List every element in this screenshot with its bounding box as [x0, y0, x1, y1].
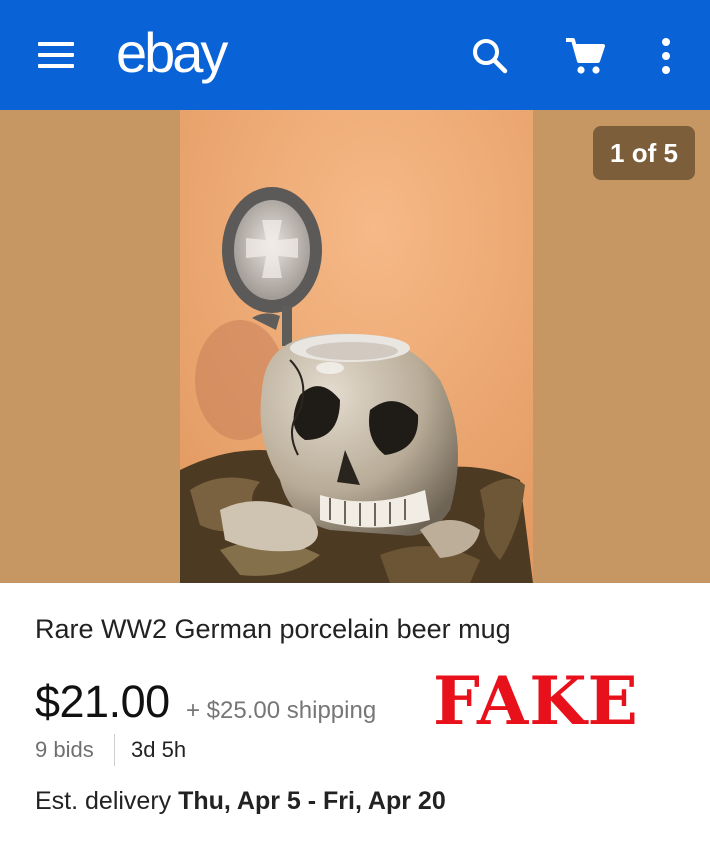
shipping-cost: + $25.00 shipping	[186, 697, 377, 724]
price: $21.00	[35, 676, 170, 727]
menu-icon[interactable]	[38, 40, 74, 72]
product-photo[interactable]	[180, 110, 533, 583]
top-app-bar: ebay	[0, 0, 710, 110]
delivery-label: Est. delivery	[35, 787, 179, 815]
cart-icon[interactable]	[564, 36, 606, 76]
listing-title: Rare WW2 German porcelain beer mug	[35, 614, 511, 644]
ebay-logo[interactable]: ebay	[116, 18, 228, 88]
time-left: 3d 5h	[131, 737, 187, 762]
search-icon[interactable]	[470, 36, 510, 76]
more-vertical-icon[interactable]	[654, 36, 678, 76]
divider	[114, 734, 115, 766]
image-gallery[interactable]	[0, 110, 710, 583]
fake-stamp: FAKE	[433, 662, 639, 740]
image-counter-badge: 1 of 5	[593, 126, 695, 180]
delivery-dates: Thu, Apr 5 - Fri, Apr 20	[178, 787, 446, 815]
estimated-delivery: Est. delivery Thu, Apr 5 - Fri, Apr 20	[35, 787, 446, 816]
bid-count[interactable]: 9 bids	[35, 737, 94, 763]
